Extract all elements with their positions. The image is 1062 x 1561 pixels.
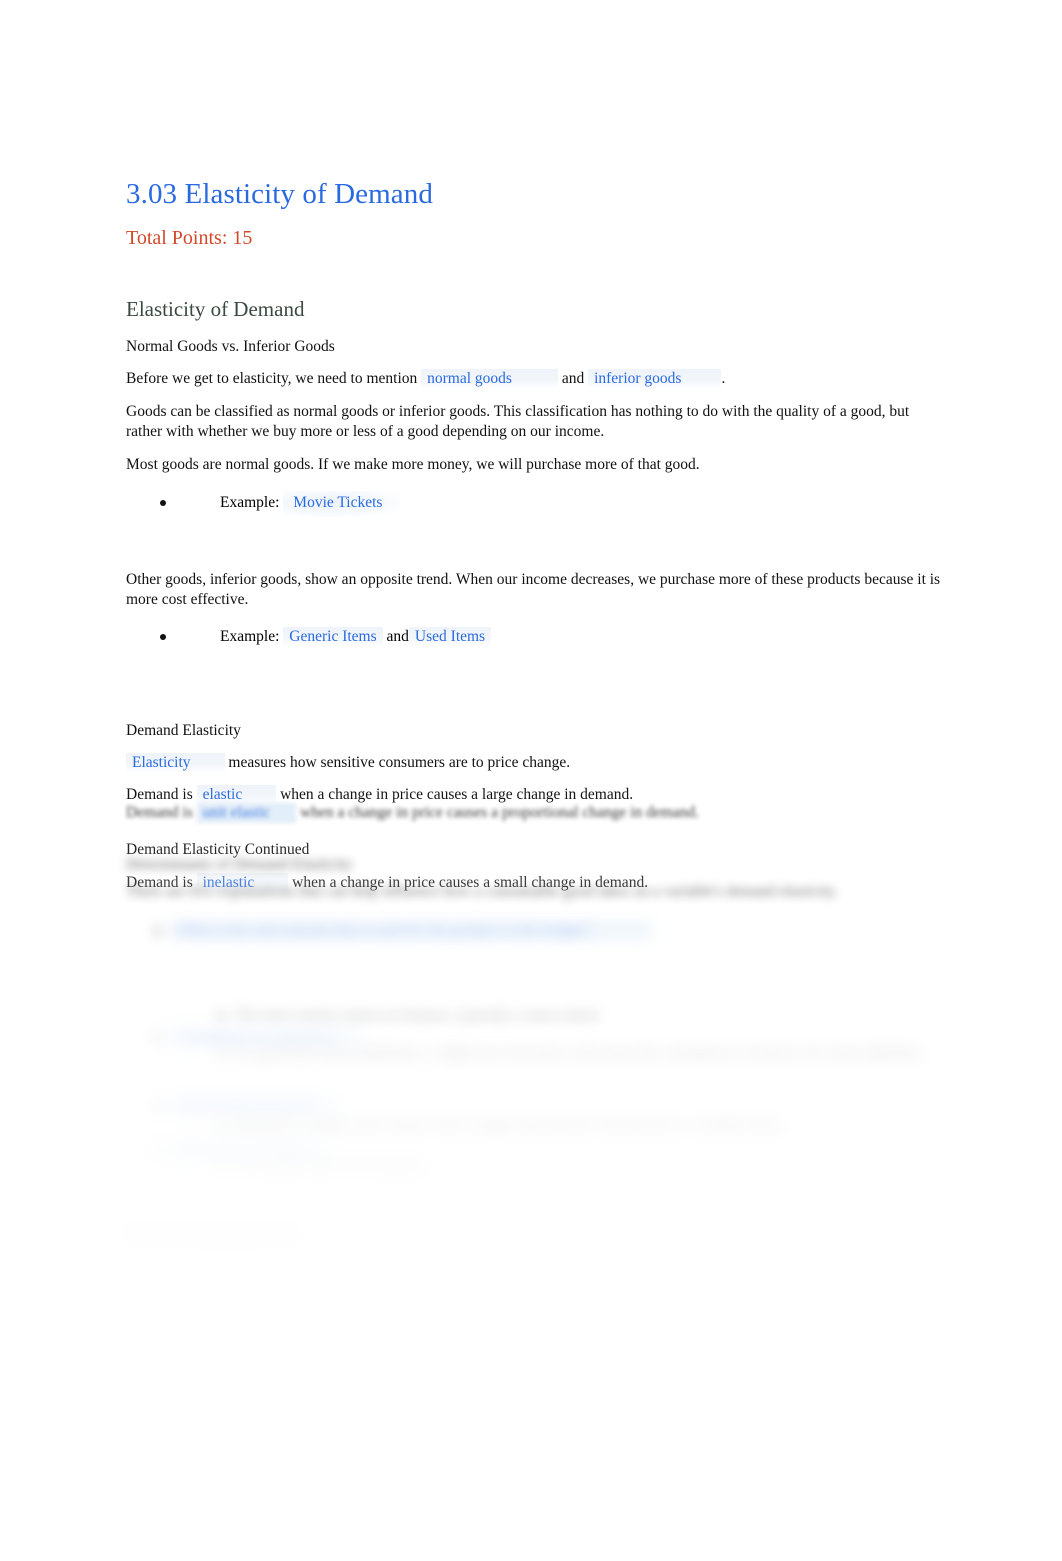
obscured-line: There are five explanations that can hel… xyxy=(126,883,838,900)
intro-period: . xyxy=(721,370,726,388)
bullet-dot-icon xyxy=(160,499,166,506)
obscured-line: What is the total amount that is used fo… xyxy=(155,921,651,941)
document-page: 3.03 Elasticity of Demand Total Points: … xyxy=(0,0,1062,1561)
paragraph-classification: Goods can be classified as normal goods … xyxy=(126,403,910,441)
page-title: 3.03 Elasticity of Demand xyxy=(126,178,433,210)
intro-text-before: Before we get to elasticity, we need to … xyxy=(126,370,418,388)
total-points: Total Points: 15 xyxy=(126,227,253,250)
obscured-line: The more money spent on features, typica… xyxy=(218,1006,601,1026)
elasticity-definition-line: Elasticity measures how sensitive consum… xyxy=(126,753,946,774)
paragraph-most-goods: Most goods are normal goods. If we make … xyxy=(126,455,700,473)
obscured-line: Time Period Involved xyxy=(155,1096,339,1116)
field-movie-tickets[interactable]: Movie Tickets xyxy=(283,490,401,517)
section-heading-elasticity: Elasticity of Demand xyxy=(126,297,305,322)
obscured-line: Demand is usually more elastic with a lo… xyxy=(218,1116,786,1136)
example-conjunction: and xyxy=(386,628,409,646)
obscured-line: Determinants of Demand Elasticity xyxy=(126,856,353,873)
field-elasticity[interactable]: Elasticity xyxy=(126,753,225,774)
document-content: 3.03 Elasticity of Demand Total Points: … xyxy=(126,176,946,893)
obscured-line: If a good has close substitutes, a sligh… xyxy=(218,1044,925,1064)
elasticity-definition-text: measures how sensitive consumers are to … xyxy=(228,754,571,772)
obscured-line: Necessities tend to be inelastic. xyxy=(218,1156,428,1176)
example-list-inferior: Example: Generic Items and Used Items xyxy=(126,627,946,648)
field-inferior-goods[interactable]: inferior goods xyxy=(588,369,722,390)
example-label: Example: xyxy=(220,628,280,646)
paragraph-inferior-goods: Other goods, inferior goods, show an opp… xyxy=(126,570,941,608)
intro-sentence: Before we get to elasticity, we need to … xyxy=(126,369,946,390)
subheading-demand-elasticity: Demand Elasticity xyxy=(126,721,241,739)
elastic-text-before: Demand is xyxy=(126,786,193,804)
obscured-line: Demand is unit elastic when a change in … xyxy=(126,803,700,823)
list-item: Example: Movie Tickets xyxy=(126,490,946,517)
field-normal-goods[interactable]: normal goods xyxy=(421,369,558,390)
field-generic-items[interactable]: Generic Items xyxy=(283,627,383,648)
elastic-text-after: when a change in price causes a large ch… xyxy=(280,786,634,804)
list-item: Example: Generic Items and Used Items xyxy=(126,627,946,648)
example-label: Example: xyxy=(220,493,280,511)
subheading-normal-vs-inferior: Normal Goods vs. Inferior Goods xyxy=(126,337,335,355)
bullet-dot-icon xyxy=(160,634,166,641)
example-list-normal: Example: Movie Tickets xyxy=(126,490,946,517)
field-used-items[interactable]: Used Items xyxy=(408,627,492,648)
intro-conjunction: and xyxy=(561,370,585,388)
obscured-line: The Total Expenditure Test xyxy=(126,1227,300,1244)
